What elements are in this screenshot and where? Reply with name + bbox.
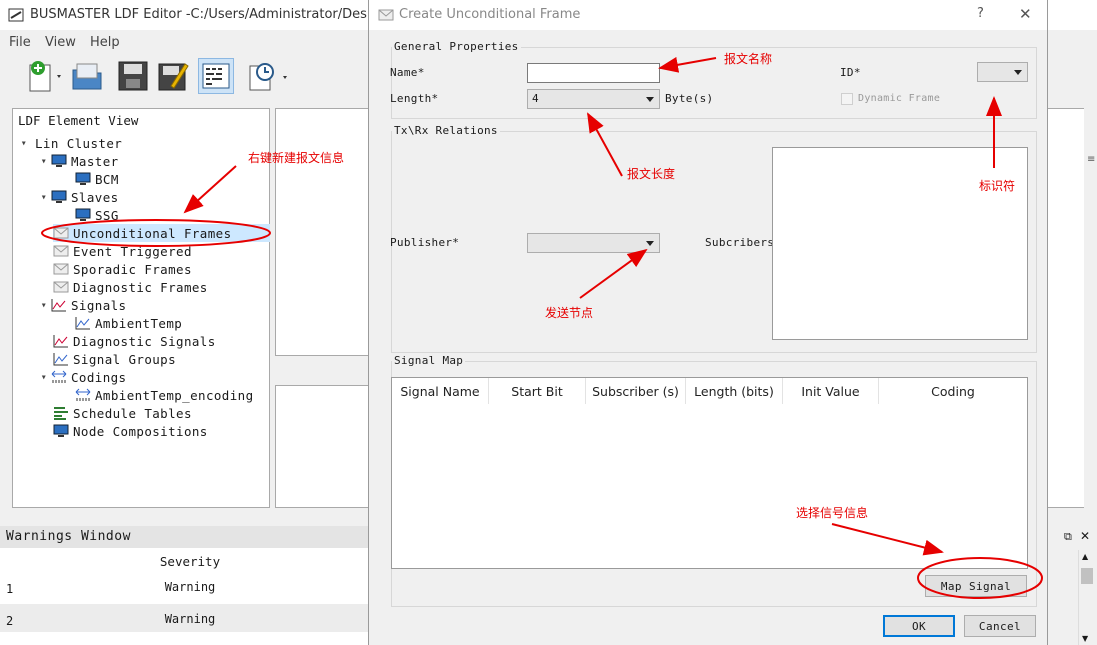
annotation-frame-name: 报文名称 [724, 52, 773, 66]
arrow-new-frame [183, 165, 237, 214]
highlight-ellipse-map-signal [917, 557, 1043, 599]
arrow-frame-length [587, 112, 623, 177]
annotation-new-frame: 右键新建报文信息 [248, 151, 345, 165]
annotation-frame-length: 报文长度 [627, 167, 676, 181]
annotation-select-signal: 选择信号信息 [796, 506, 869, 520]
arrow-send-node [579, 248, 648, 299]
arrow-select-signal [831, 523, 944, 556]
highlight-ellipse-frames [41, 219, 271, 247]
annotation-arrows [41, 56, 1043, 599]
annotation-identifier: 标识符 [979, 179, 1016, 193]
annotation-send-node: 发送节点 [545, 306, 594, 320]
arrow-frame-name [658, 56, 717, 73]
